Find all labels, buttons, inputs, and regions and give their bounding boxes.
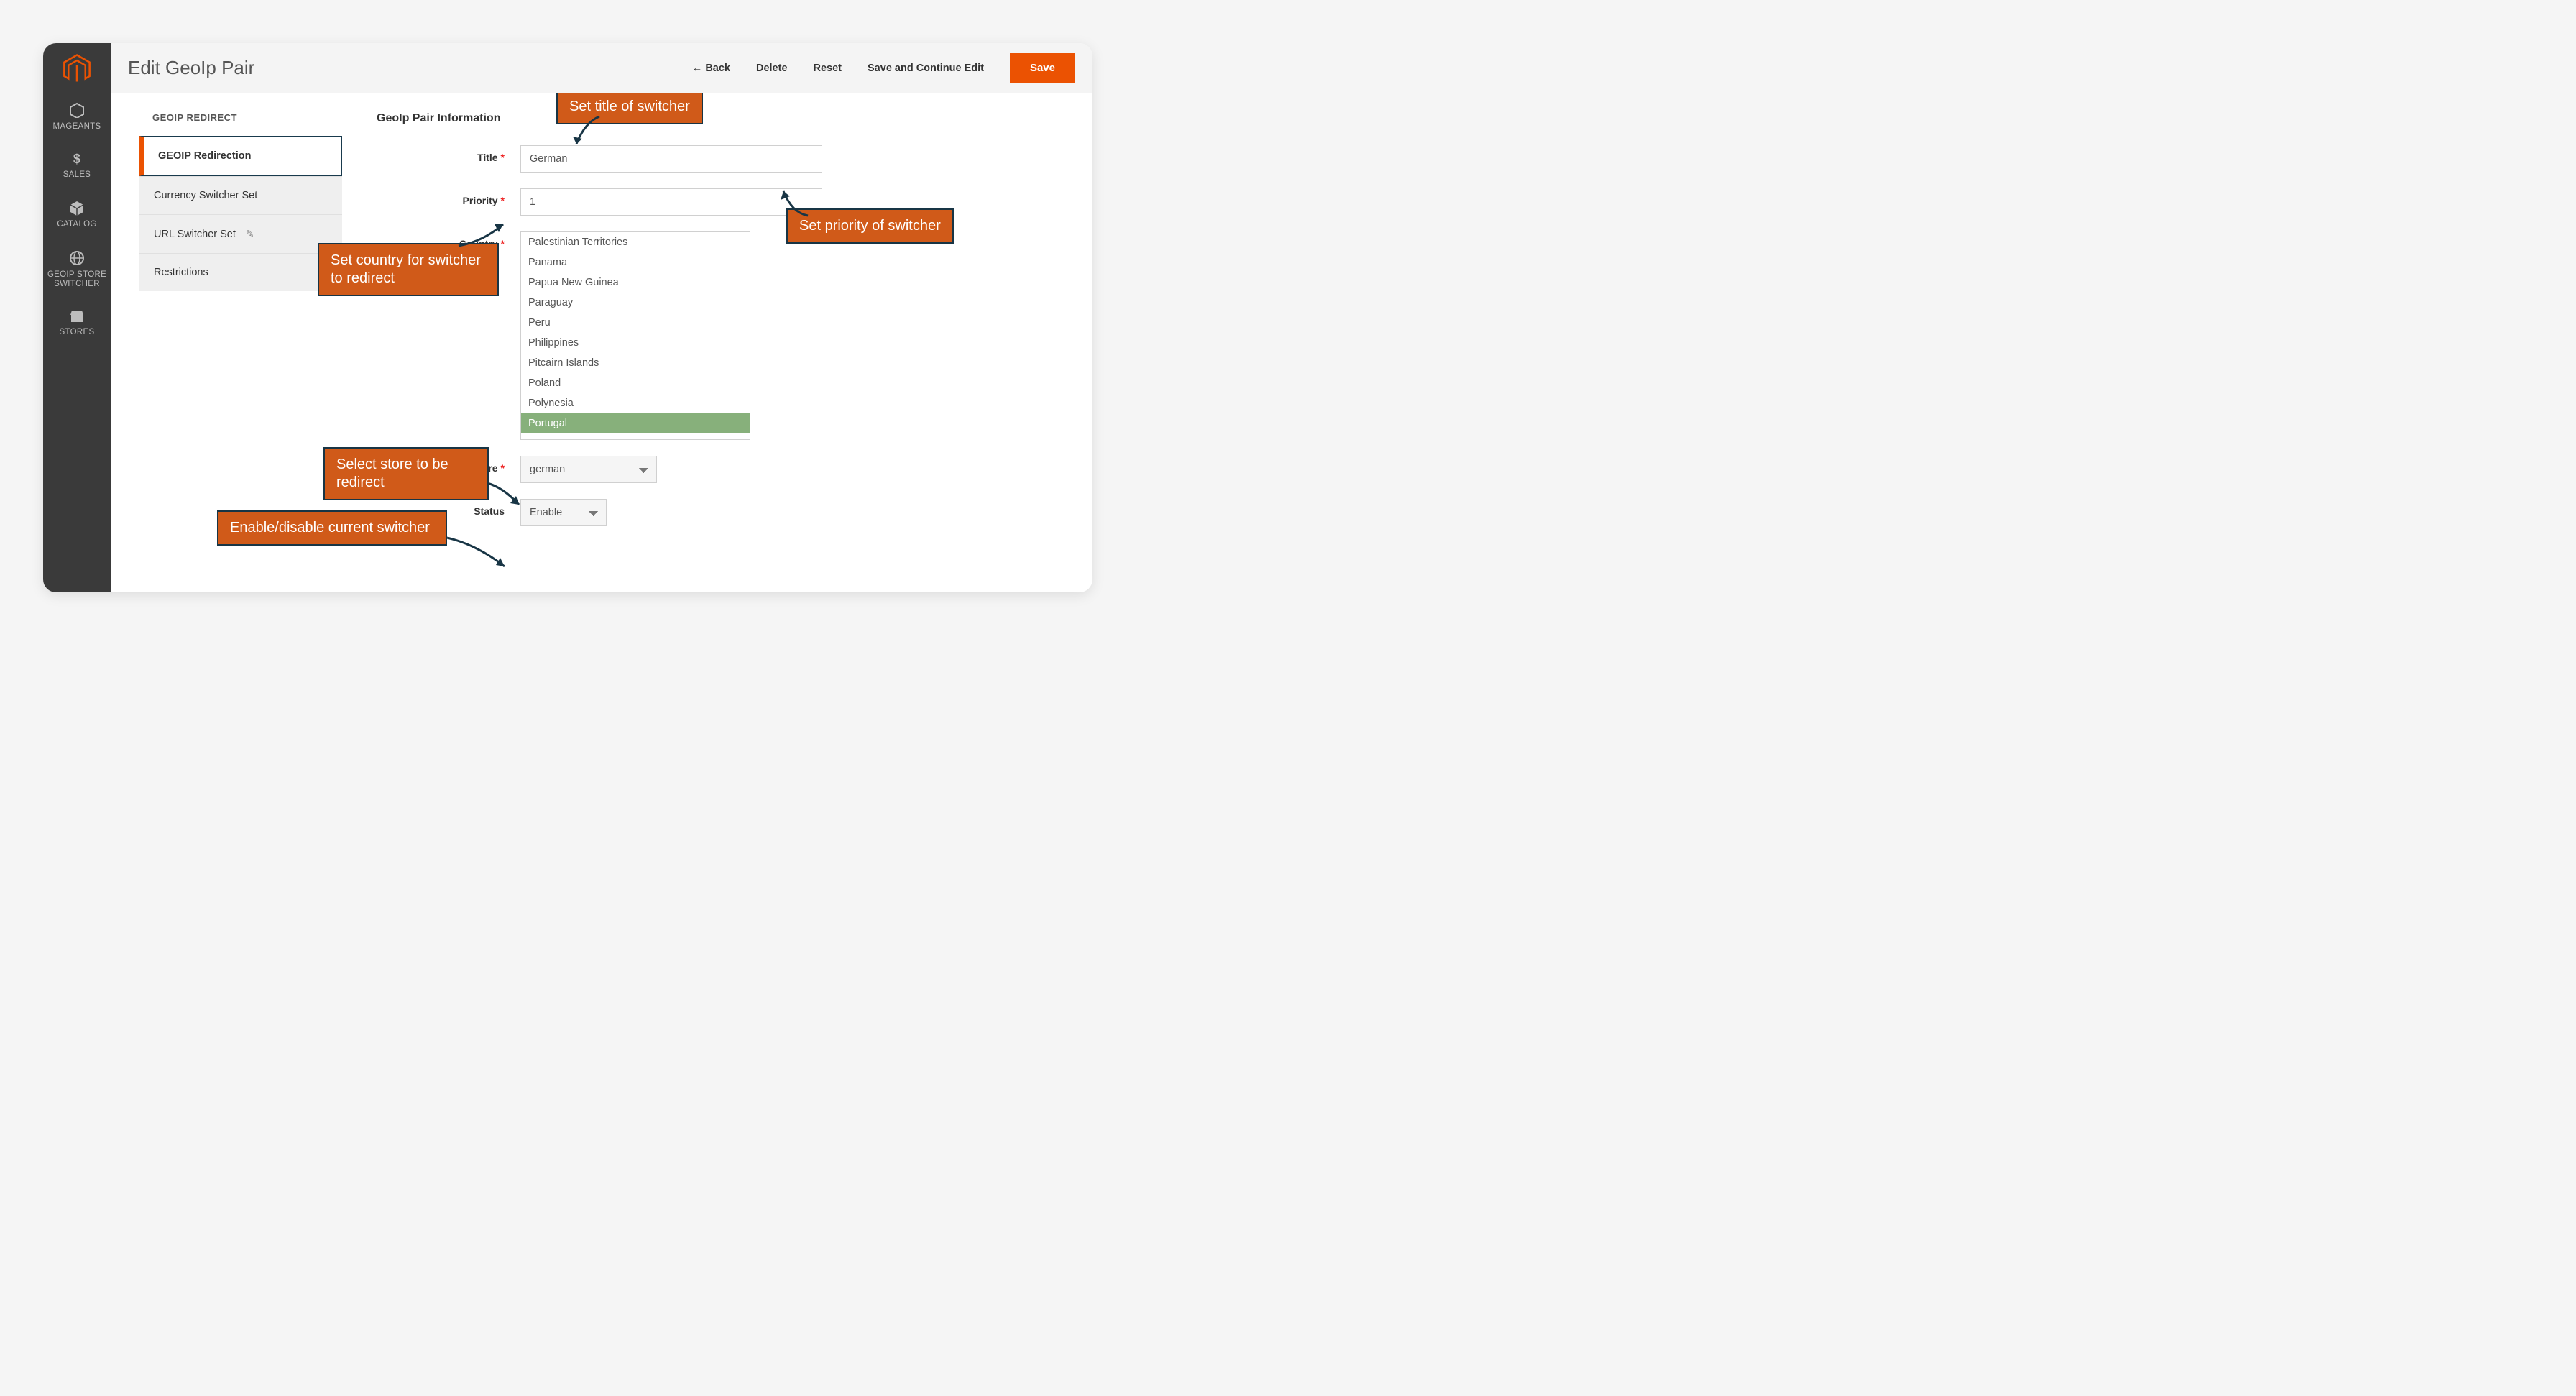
priority-input[interactable]: [520, 188, 822, 216]
svg-text:$: $: [73, 152, 80, 166]
magento-icon: [62, 53, 92, 83]
sidebar-label: STORES: [60, 328, 95, 336]
admin-sidebar: MAGEANTS $ SALES CATALOG GEOIP STORE SWI…: [43, 43, 111, 592]
sidebar-item-mageants[interactable]: MAGEANTS: [43, 93, 111, 143]
row-country: Country* Palestinian TerritoriesPanamaPa…: [377, 231, 1064, 440]
sidebar-label: CATALOG: [57, 220, 96, 229]
pencil-icon: ✎: [246, 228, 254, 239]
tab-geoip-redirection[interactable]: GEOIP Redirection: [139, 136, 342, 176]
section-title: GeoIp Pair Information: [377, 112, 1064, 125]
hexagon-icon: [69, 102, 85, 118]
row-title: Title*: [377, 145, 1064, 173]
country-multiselect[interactable]: Palestinian TerritoriesPanamaPapua New G…: [520, 231, 750, 440]
country-option[interactable]: Polynesia: [521, 393, 750, 413]
required-mark: *: [501, 195, 505, 206]
tab-label: URL Switcher Set: [154, 229, 236, 240]
label-status: Status: [377, 499, 520, 517]
row-store: Store* german: [377, 456, 1064, 483]
label-store: Store*: [377, 456, 520, 474]
sidebar-label: SALES: [63, 170, 91, 179]
tab-currency-switcher[interactable]: Currency Switcher Set: [139, 176, 342, 214]
arrow-status: [444, 535, 509, 571]
row-priority: Priority*: [377, 188, 1064, 216]
tab-label: Restrictions: [154, 267, 208, 278]
back-button[interactable]: Back: [679, 55, 743, 81]
required-mark: *: [501, 152, 505, 163]
sidebar-label: MAGEANTS: [53, 122, 101, 131]
tab-url-switcher[interactable]: URL Switcher Set ✎: [139, 214, 342, 253]
globe-icon: [69, 250, 85, 266]
tab-label: GEOIP Redirection: [158, 150, 251, 162]
store-select[interactable]: german: [520, 456, 657, 483]
form-area: GeoIp Pair Information Title* Priority*: [377, 112, 1064, 526]
country-option[interactable]: Peru: [521, 313, 750, 333]
label-country: Country*: [377, 231, 520, 249]
magento-logo: [43, 43, 111, 93]
delete-button[interactable]: Delete: [743, 55, 801, 81]
title-input[interactable]: [520, 145, 822, 173]
country-option[interactable]: Paraguay: [521, 293, 750, 313]
sidebar-item-catalog[interactable]: CATALOG: [43, 191, 111, 241]
app-frame: MAGEANTS $ SALES CATALOG GEOIP STORE SWI…: [43, 43, 1092, 592]
row-status: Status Enable: [377, 499, 1064, 526]
page-title: Edit GeoIp Pair: [128, 57, 254, 79]
main-area: Edit GeoIp Pair Back Delete Reset Save a…: [111, 43, 1092, 592]
required-mark: *: [501, 238, 505, 249]
tab-label: Currency Switcher Set: [154, 190, 257, 201]
tab-restrictions[interactable]: Restrictions: [139, 253, 342, 291]
store-icon: [69, 309, 85, 323]
content: GEOIP REDIRECT GEOIP Redirection Currenc…: [111, 93, 1092, 592]
label-text: Title: [477, 152, 498, 163]
country-option[interactable]: Pitcairn Islands: [521, 353, 750, 373]
save-button[interactable]: Save: [1010, 53, 1075, 83]
label-title: Title*: [377, 145, 520, 163]
label-text: Status: [474, 505, 505, 517]
label-priority: Priority*: [377, 188, 520, 206]
status-select[interactable]: Enable: [520, 499, 607, 526]
label-text: Country: [459, 238, 498, 249]
save-continue-button[interactable]: Save and Continue Edit: [855, 55, 997, 81]
label-text: Store: [472, 462, 498, 474]
tabs-panel: GEOIP REDIRECT GEOIP Redirection Currenc…: [139, 112, 342, 291]
sidebar-item-stores[interactable]: STORES: [43, 300, 111, 349]
required-mark: *: [501, 462, 505, 474]
country-option[interactable]: Portugal: [521, 413, 750, 433]
label-text: Priority: [463, 195, 498, 206]
reset-button[interactable]: Reset: [801, 55, 855, 81]
country-option[interactable]: Papua New Guinea: [521, 272, 750, 293]
country-option[interactable]: Panama: [521, 252, 750, 272]
country-option[interactable]: Palestinian Territories: [521, 232, 750, 252]
country-option[interactable]: Poland: [521, 373, 750, 393]
sidebar-item-geoip[interactable]: GEOIP STORE SWITCHER: [43, 242, 111, 300]
country-option[interactable]: Philippines: [521, 333, 750, 353]
tabs-heading: GEOIP REDIRECT: [139, 112, 342, 136]
box-icon: [69, 200, 85, 216]
page-header: Edit GeoIp Pair Back Delete Reset Save a…: [111, 43, 1092, 93]
sidebar-label: GEOIP STORE SWITCHER: [47, 270, 106, 288]
dollar-icon: $: [70, 152, 84, 166]
sidebar-item-sales[interactable]: $ SALES: [43, 143, 111, 191]
